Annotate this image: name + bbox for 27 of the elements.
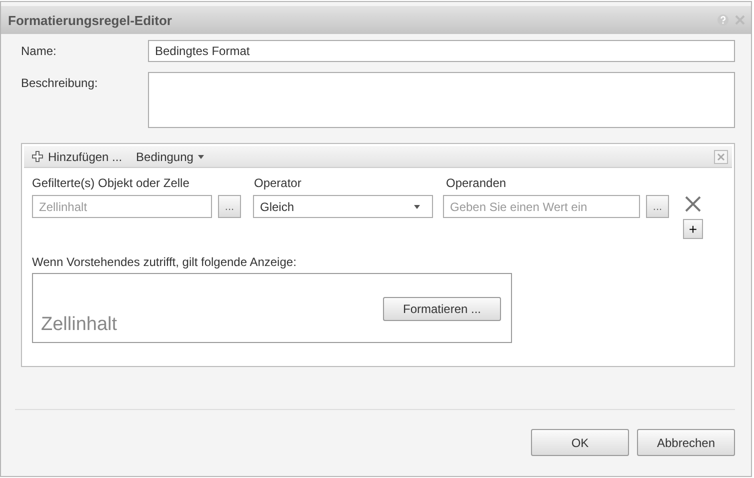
operator-select[interactable]: Gleich xyxy=(253,195,433,218)
browse-button[interactable]: ... xyxy=(218,195,241,218)
format-button[interactable]: Formatieren ... xyxy=(383,297,501,321)
column-label: Operanden xyxy=(446,176,506,190)
help-icon[interactable] xyxy=(717,14,729,26)
description-label: Beschreibung: xyxy=(21,75,99,92)
window-title: Formatierungsregel-Editor xyxy=(8,12,172,28)
close-icon[interactable] xyxy=(714,150,728,164)
column-label: Gefilterte(s) Objekt oder Zelle xyxy=(32,176,190,190)
display-label: Wenn Vorstehendes zutrifft, gilt folgende Anzeige: xyxy=(32,255,298,269)
name-field[interactable]: Bedingtes Format xyxy=(148,40,735,62)
cancel-button[interactable]: Abbrechen xyxy=(637,429,735,456)
browse-button[interactable]: ... xyxy=(646,195,669,218)
delete-icon[interactable] xyxy=(684,195,702,213)
object-field[interactable]: Zellinhalt xyxy=(32,195,212,218)
preview-text: Zellinhalt xyxy=(41,314,118,336)
ok-button[interactable]: OK xyxy=(531,429,629,456)
operand-field[interactable]: Geben Sie einen Wert ein xyxy=(443,195,640,218)
caret-icon xyxy=(414,205,420,209)
column-label: Operator xyxy=(254,176,302,190)
caret-icon xyxy=(198,154,204,158)
add-button[interactable]: Hinzufügen ... xyxy=(30,150,124,164)
close-icon[interactable] xyxy=(735,15,745,25)
plus-icon xyxy=(32,151,43,162)
name-label: Name: xyxy=(21,43,58,60)
add-row-button[interactable]: + xyxy=(683,219,703,239)
condition-menu[interactable]: Bedingung xyxy=(134,150,206,164)
